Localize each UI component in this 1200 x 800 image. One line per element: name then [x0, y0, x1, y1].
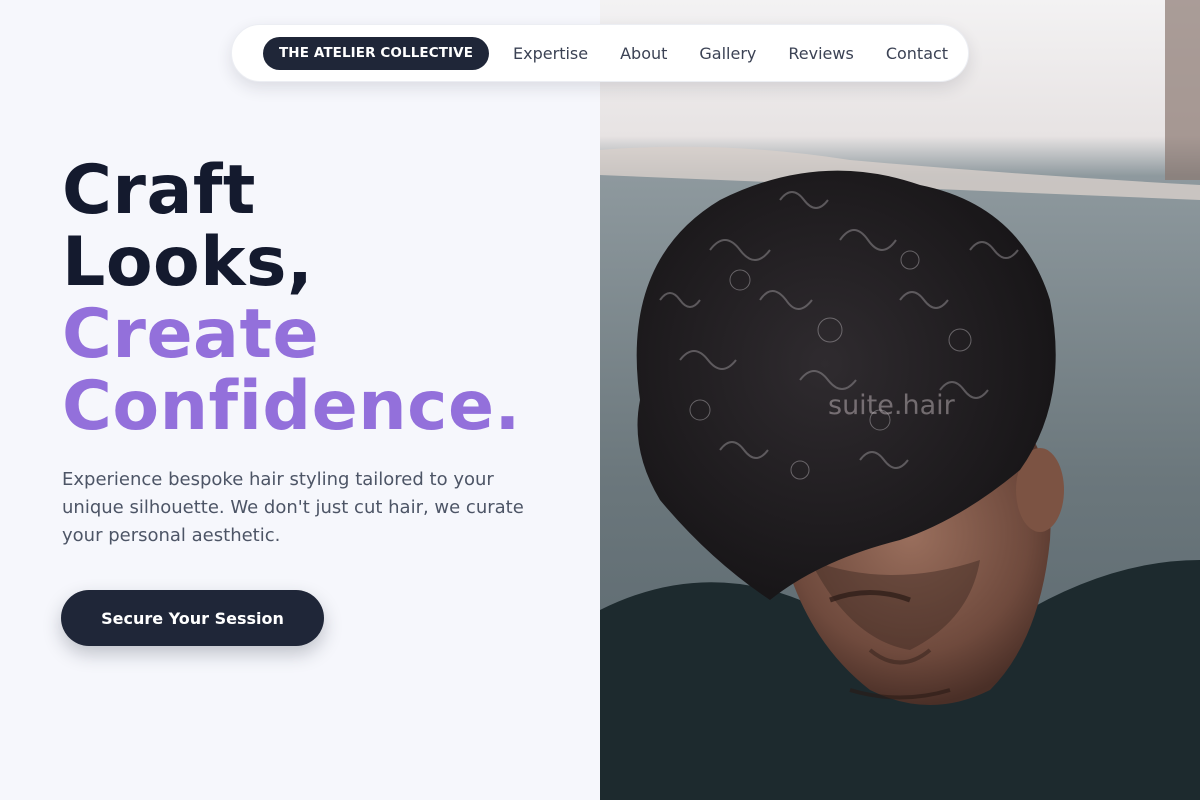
nav-link-expertise[interactable]: Expertise — [513, 44, 588, 63]
nav-link-reviews[interactable]: Reviews — [788, 44, 853, 63]
nav-link-gallery[interactable]: Gallery — [699, 44, 756, 63]
page: Craft Looks, Create Confidence. Experien… — [0, 0, 1200, 800]
headline-line-4: Confidence. — [62, 367, 521, 446]
nav-links: Expertise About Gallery Reviews Contact — [513, 44, 948, 63]
brand-logo-pill[interactable]: THE ATELIER COLLECTIVE — [263, 36, 490, 70]
hero-headline: Craft Looks, Create Confidence. — [62, 155, 521, 443]
nav-link-about[interactable]: About — [620, 44, 667, 63]
secure-session-button[interactable]: Secure Your Session — [61, 590, 324, 646]
hero-description: Experience bespoke hair styling tailored… — [62, 469, 524, 546]
headline-line-1: Craft — [62, 151, 256, 230]
nav-link-contact[interactable]: Contact — [886, 44, 948, 63]
hero-text-panel: Craft Looks, Create Confidence. Experien… — [0, 0, 600, 800]
headline-line-3: Create — [62, 295, 320, 374]
photo-watermark: suite.hair — [828, 390, 955, 421]
top-navigation: THE ATELIER COLLECTIVE Expertise About G… — [231, 24, 969, 82]
headline-line-2: Looks, — [62, 223, 314, 302]
